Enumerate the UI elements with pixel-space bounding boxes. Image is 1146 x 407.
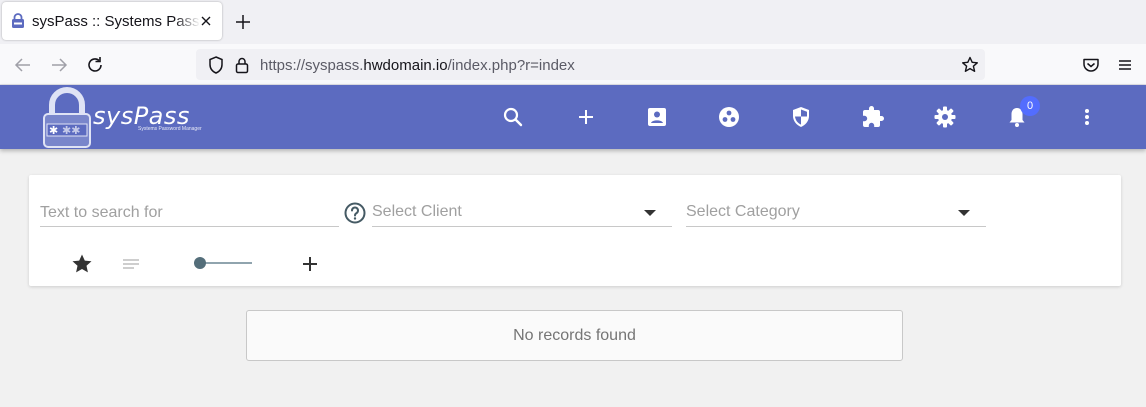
extension-icon[interactable]	[861, 105, 885, 129]
no-records-message: No records found	[246, 310, 903, 361]
group-icon[interactable]	[717, 105, 741, 129]
back-arrow-icon[interactable]	[13, 55, 33, 75]
lock-favicon-icon	[12, 13, 24, 28]
client-select-text: Select Client	[372, 203, 462, 220]
browser-tab-bar: sysPass :: Systems Password Manager	[0, 0, 1146, 44]
close-icon[interactable]	[198, 13, 214, 29]
no-records-text: No records found	[513, 326, 636, 344]
category-select-text: Select Category	[686, 203, 800, 220]
sort-lines-icon[interactable]	[119, 252, 143, 276]
browser-nav-bar: https://syspass.hwdomain.io/index.php?r=…	[0, 44, 1146, 85]
favorites-star-icon[interactable]	[70, 252, 94, 276]
more-vert-icon[interactable]	[1075, 105, 1099, 129]
account-box-icon[interactable]	[645, 105, 669, 129]
logo-subtitle: Systems Password Manager	[138, 126, 202, 132]
browser-tab[interactable]: sysPass :: Systems Password Manager	[2, 2, 222, 40]
url-path: /index.php?r=index	[447, 57, 575, 74]
search-input[interactable]	[40, 200, 339, 227]
lock-icon[interactable]	[232, 55, 252, 75]
chevron-down-icon	[644, 210, 656, 216]
add-account-icon[interactable]	[298, 252, 322, 276]
settings-icon[interactable]	[933, 105, 957, 129]
reload-icon[interactable]	[85, 55, 105, 75]
menu-icon[interactable]	[1115, 55, 1135, 75]
shield-icon[interactable]	[206, 55, 226, 75]
url-host: hwdomain.io	[363, 57, 448, 74]
svg-text:✱✱: ✱✱	[62, 124, 80, 137]
security-icon[interactable]	[789, 105, 813, 129]
url-prefix: https://syspass.	[260, 57, 364, 74]
url-bar[interactable]: https://syspass.hwdomain.io/index.php?r=…	[196, 49, 985, 80]
forward-arrow-icon[interactable]	[49, 55, 69, 75]
svg-text:✱: ✱	[49, 124, 58, 137]
category-select[interactable]: Select Category	[686, 200, 986, 227]
client-select[interactable]: Select Client	[372, 200, 672, 227]
add-icon[interactable]	[574, 105, 598, 129]
help-icon[interactable]	[344, 202, 366, 224]
new-tab-icon[interactable]	[234, 13, 252, 31]
app-header: ✱ ✱✱ sysPass Systems Password Manager	[0, 85, 1146, 149]
view-slider[interactable]	[194, 255, 254, 271]
bookmark-star-icon[interactable]	[960, 55, 980, 75]
url-text: https://syspass.hwdomain.io/index.php?r=…	[260, 57, 575, 74]
search-card: Select Client Select Category	[29, 175, 1121, 286]
notification-badge: 0	[1020, 96, 1040, 116]
chevron-down-icon	[958, 210, 970, 216]
search-icon[interactable]	[501, 105, 525, 129]
pocket-icon[interactable]	[1081, 55, 1101, 75]
tab-title: sysPass :: Systems Password Manager	[32, 12, 200, 30]
